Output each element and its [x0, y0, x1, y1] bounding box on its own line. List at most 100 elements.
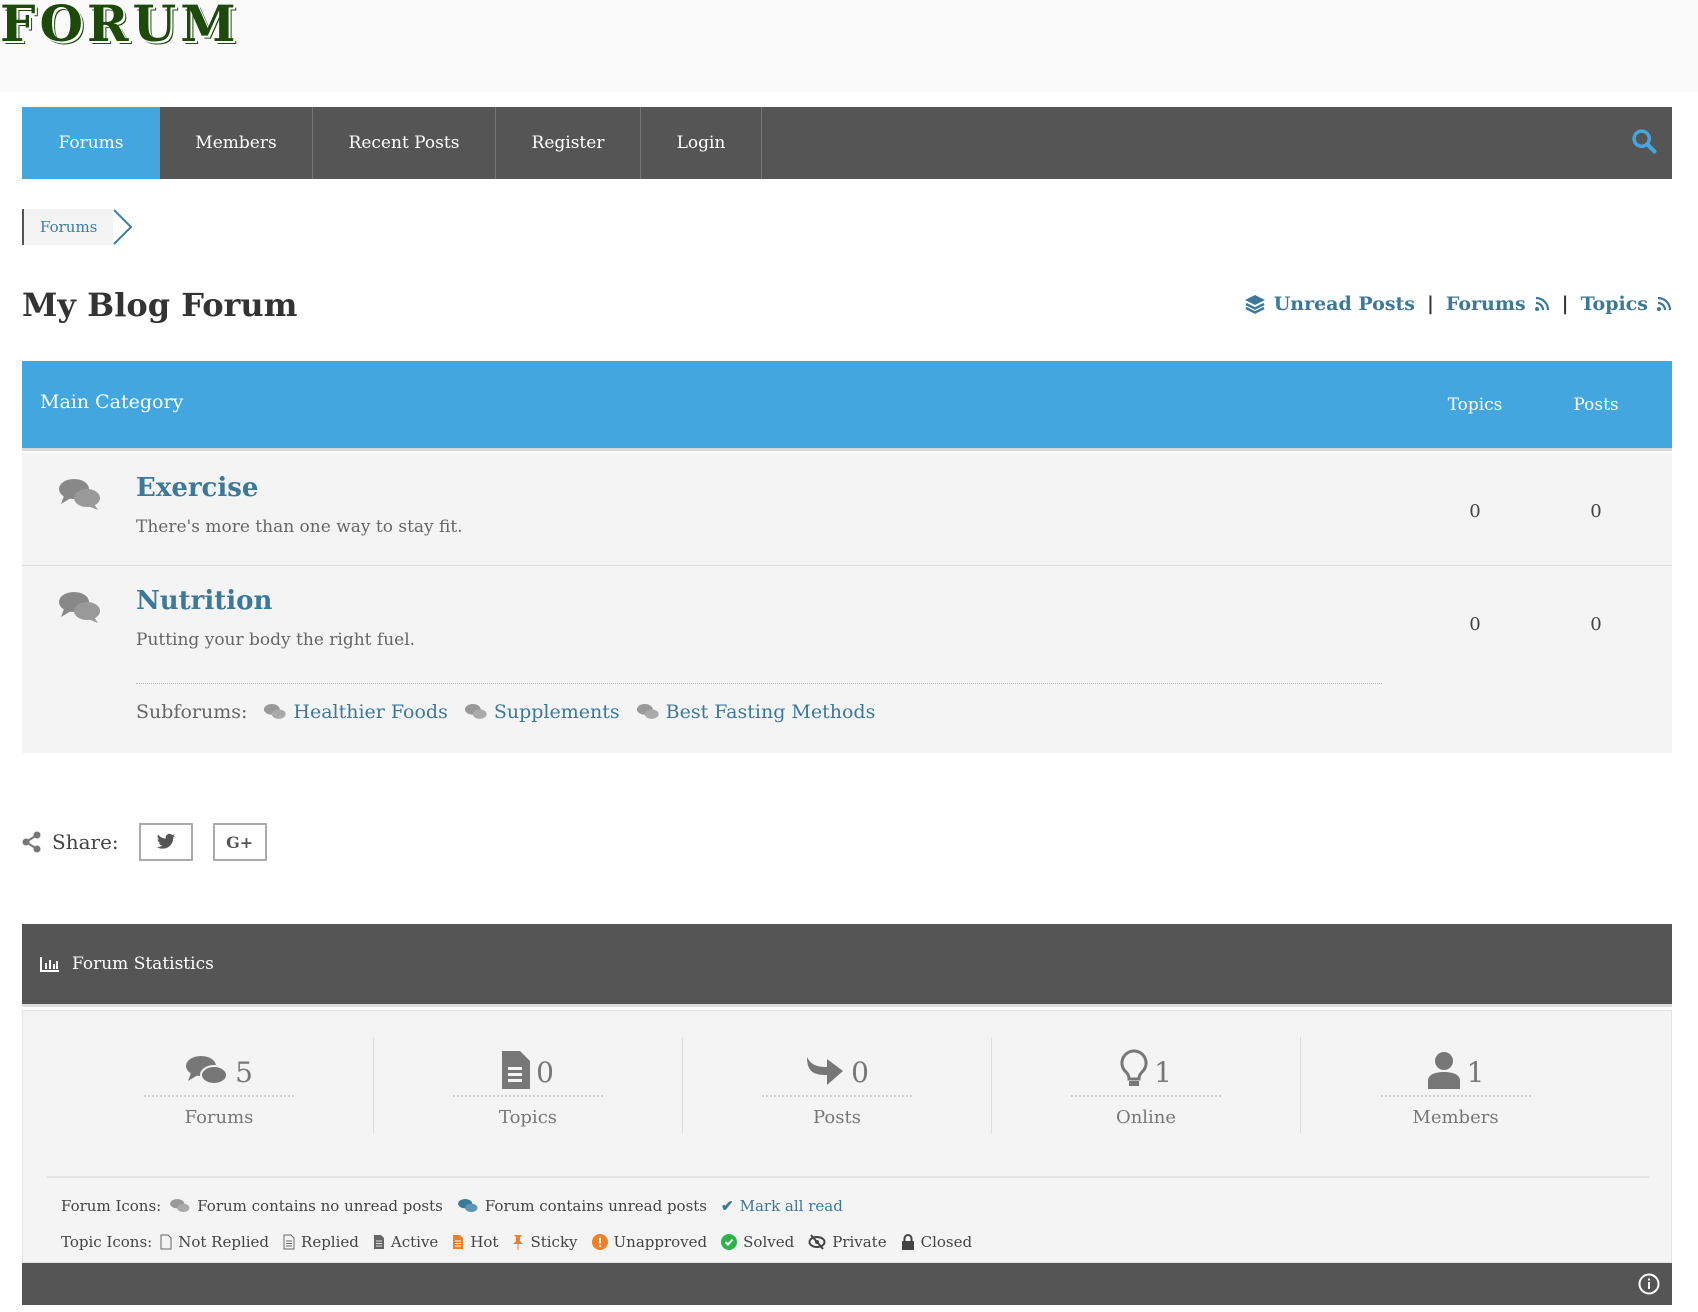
subforum-name[interactable]: Healthier Foods: [293, 701, 447, 723]
legend-text: Active: [390, 1233, 439, 1251]
site-logo[interactable]: FORUM: [0, 0, 240, 53]
footer-bar: [22, 1263, 1672, 1305]
breadcrumb-forums[interactable]: Forums: [22, 209, 114, 245]
forum-title[interactable]: Exercise: [136, 473, 258, 503]
main-nav: Forums Members Recent Posts Register Log…: [22, 107, 1672, 179]
separator: |: [1427, 293, 1434, 315]
nav-register[interactable]: Register: [496, 107, 641, 179]
stat-topics: 0 Topics: [374, 1037, 683, 1133]
legend-text: Private: [832, 1233, 887, 1251]
comments-icon: [636, 704, 659, 719]
post-count: 0: [1590, 614, 1602, 635]
google-plus-share-button[interactable]: G+: [212, 823, 267, 861]
lightbulb-icon: [1120, 1049, 1148, 1086]
comments-icon: [170, 1198, 190, 1213]
legend-text: Hot: [470, 1233, 499, 1251]
nav-login[interactable]: Login: [641, 107, 762, 179]
rss-icon[interactable]: [1534, 296, 1550, 312]
nav-members[interactable]: Members: [160, 107, 313, 179]
comments-icon: [58, 590, 102, 628]
google-plus-icon: G+: [226, 832, 254, 852]
header: FORUM: [0, 0, 1698, 92]
file-outline-icon: [160, 1234, 172, 1250]
divider: [136, 683, 1382, 684]
legend-text: Solved: [743, 1233, 795, 1251]
lock-icon: [901, 1234, 914, 1250]
quick-links: Unread Posts | Forums | Topics: [1244, 293, 1672, 315]
stat-value: 0: [536, 1056, 554, 1089]
legend-text: Replied: [301, 1233, 359, 1251]
forum-row: Exercise There's more than one way to st…: [22, 453, 1672, 566]
forum-title[interactable]: Nutrition: [136, 586, 272, 616]
reply-arrow-icon: [807, 1057, 844, 1085]
eye-slash-icon: [808, 1234, 826, 1250]
check-icon: ✔: [721, 1197, 734, 1215]
stat-value: 1: [1466, 1056, 1485, 1089]
post-count: 0: [1590, 501, 1602, 522]
unread-posts-link[interactable]: Unread Posts: [1274, 293, 1415, 315]
stat-label: Posts: [813, 1107, 861, 1128]
file-hot-icon: [453, 1235, 464, 1249]
rss-icon[interactable]: [1656, 296, 1672, 312]
check-circle-icon: [721, 1234, 738, 1250]
col-posts: Posts: [1573, 395, 1619, 415]
layers-icon: [1244, 295, 1265, 314]
forum-description: Putting your body the right fuel.: [136, 630, 416, 650]
bar-chart-icon: [40, 957, 59, 972]
share-bar: Share: G+: [22, 823, 267, 861]
search-icon[interactable]: [1630, 127, 1658, 159]
subforum-link[interactable]: Best Fasting Methods: [636, 701, 876, 723]
legend-text: Sticky: [530, 1233, 578, 1251]
separator: |: [1561, 293, 1569, 315]
stat-value: 0: [851, 1056, 869, 1089]
stat-posts: 0 Posts: [683, 1037, 992, 1133]
mark-all-read-link[interactable]: Mark all read: [740, 1197, 843, 1215]
stat-online: 1 Online: [992, 1037, 1301, 1133]
col-topics: Topics: [1447, 395, 1503, 415]
forum-icons-label: Forum Icons:: [61, 1197, 162, 1215]
topic-count: 0: [1469, 614, 1481, 635]
info-icon[interactable]: [1638, 1273, 1660, 1299]
topic-count: 0: [1469, 501, 1481, 522]
comments-unread-icon: [457, 1198, 478, 1213]
forum-description: There's more than one way to stay fit.: [136, 517, 463, 537]
twitter-icon: [156, 833, 175, 849]
breadcrumb: Forums: [22, 209, 133, 245]
stats-panel: 5 Forums 0 Topics 0 Posts 1 Online 1 Members …: [22, 1010, 1672, 1263]
subforum-name[interactable]: Best Fasting Methods: [666, 701, 876, 723]
forums-rss-link[interactable]: Forums: [1446, 293, 1526, 315]
twitter-share-button[interactable]: [138, 823, 193, 861]
subforums: Subforums: Healthier Foods Supplements B…: [136, 701, 875, 723]
subforum-name[interactable]: Supplements: [494, 701, 620, 723]
user-icon: [1427, 1052, 1460, 1089]
nav-forums[interactable]: Forums: [22, 107, 160, 179]
stat-forums: 5 Forums: [65, 1037, 374, 1133]
legend-text: Not Replied: [178, 1233, 270, 1251]
topic-icons-label: Topic Icons:: [61, 1233, 153, 1251]
stats-header: Forum Statistics: [22, 924, 1672, 1007]
stat-value: 5: [235, 1056, 253, 1089]
topics-rss-link[interactable]: Topics: [1581, 293, 1648, 315]
subforum-link[interactable]: Healthier Foods: [263, 701, 448, 723]
legend-text: Forum contains unread posts: [484, 1197, 708, 1215]
stat-label: Online: [1115, 1107, 1177, 1128]
chevron-right-icon: [113, 209, 133, 245]
thumbtack-icon: [513, 1235, 524, 1250]
subforum-link[interactable]: Supplements: [464, 701, 620, 723]
share-label: Share:: [52, 830, 119, 854]
file-text-icon: [373, 1235, 384, 1249]
legend-text: Forum contains no unread posts: [197, 1197, 443, 1215]
share-icon: [22, 831, 41, 853]
file-text-outline-icon: [283, 1234, 295, 1250]
stat-members: 1 Members: [1301, 1037, 1610, 1133]
nav-recent-posts[interactable]: Recent Posts: [313, 107, 496, 179]
stat-label: Topics: [498, 1107, 558, 1128]
stat-label: Forums: [184, 1107, 254, 1128]
stats-title: Forum Statistics: [72, 954, 214, 974]
forum-row: Nutrition Putting your body the right fu…: [22, 566, 1672, 753]
page-title: My Blog Forum: [22, 286, 298, 324]
category-name[interactable]: Main Category: [40, 391, 183, 413]
stat-label: Members: [1412, 1107, 1499, 1128]
legend-text: Closed: [920, 1233, 973, 1251]
file-text-icon: [502, 1051, 531, 1089]
